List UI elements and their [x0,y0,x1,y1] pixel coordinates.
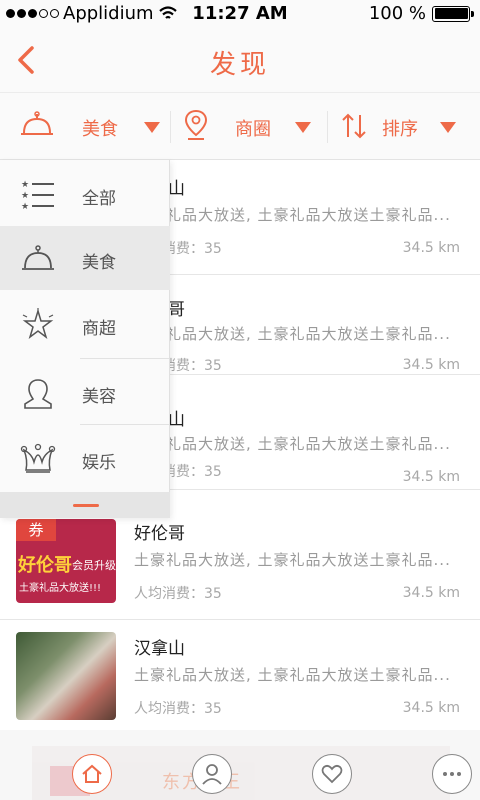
coupon-badge: 券 [16,519,56,541]
item-distance: 34.5 km [402,357,460,373]
tab-profile[interactable] [192,754,232,794]
jester-hat-icon [20,443,56,473]
cloche-icon [21,111,53,135]
dropdown-footer [0,492,170,518]
dropdown-divider [80,358,169,359]
dropdown-item-label: 全部 [82,189,116,209]
promo-title: 好伦哥 [18,555,72,576]
tab-home[interactable] [72,754,112,794]
item-name: 汉拿山 [134,639,185,659]
filter-category-label: 美食 [82,119,118,140]
dropdown-arrow-icon [295,122,311,133]
item-distance: 34.5 km [402,240,460,256]
item-name: 好伦哥 [134,524,185,544]
item-distance: 34.5 km [402,469,460,485]
star-burst-icon [22,308,54,339]
category-dropdown: ★ ★ ★ 全部 美食 商超 美容 娱乐 [0,160,170,518]
page-title: 发现 [209,50,270,80]
dropdown-item-food[interactable]: 美食 [0,226,170,290]
battery-label: 100 % [368,3,426,24]
filter-sort[interactable]: 排序 [328,93,480,159]
nav-bar: 发现 [0,28,480,92]
list-item[interactable]: 券 好伦哥 会员升级 土豪礼品大放送!!! 好伦哥 土豪礼品大放送, 土豪礼品大… [0,505,480,620]
svg-text:★: ★ [21,180,29,190]
dropdown-item-beauty[interactable]: 美容 [0,360,170,424]
filter-area[interactable]: 商圈 [171,93,327,159]
item-description: 土豪礼品大放送, 土豪礼品大放送土豪礼品... [134,666,451,684]
item-description: 土豪礼品大放送, 土豪礼品大放送土豪礼品... [134,551,451,569]
dropdown-item-label: 商超 [82,319,116,339]
svg-text:★: ★ [21,191,29,201]
promo-subtitle: 会员升级 [72,559,116,572]
item-thumbnail [16,632,116,720]
status-bar: Applidium 11:27 AM 100 % [0,0,480,28]
dropdown-arrow-icon [144,122,160,133]
battery-info: 100 % [368,3,474,24]
tab-more[interactable] [432,754,472,794]
dropdown-item-label: 美食 [82,253,116,273]
item-description: 土豪礼品大放送, 土豪礼品大放送土豪礼品... [134,206,451,224]
dropdown-item-label: 美容 [82,387,116,407]
item-description: 土豪礼品大放送, 土豪礼品大放送土豪礼品... [134,325,451,343]
item-thumbnail: 券 好伦哥 会员升级 土豪礼品大放送!!! [16,519,116,603]
filter-category[interactable]: 美食 [0,93,170,159]
tab-favorites[interactable] [312,754,352,794]
dropdown-item-label: 娱乐 [82,453,116,473]
location-pin-icon [184,109,208,140]
battery-icon [432,5,474,22]
heart-icon [321,764,342,783]
person-icon [24,379,52,409]
dropdown-collapse-handle[interactable] [73,504,99,507]
list-icon: ★ ★ ★ [21,180,54,212]
svg-text:★: ★ [21,202,29,212]
filter-sort-label: 排序 [382,119,418,140]
user-icon [201,763,222,785]
item-description: 土豪礼品大放送, 土豪礼品大放送土豪礼品... [134,435,451,453]
filter-bar: 美食 商圈 排序 [0,92,480,160]
dropdown-item-entertainment[interactable]: 娱乐 [0,426,170,490]
dropdown-arrow-icon [440,122,456,133]
promo-line: 土豪礼品大放送!!! [19,583,102,594]
dropdown-divider [80,424,169,425]
item-distance: 34.5 km [402,585,460,601]
sort-icon [342,113,366,139]
item-price: 人均消费：35 [134,701,222,717]
more-icon [442,771,461,776]
item-distance: 34.5 km [402,700,460,716]
cloche-icon [22,245,54,270]
item-price: 人均消费：35 [134,586,222,602]
filter-area-label: 商圈 [235,119,271,140]
list-item[interactable]: 汉拿山 土豪礼品大放送, 土豪礼品大放送土豪礼品... 人均消费：35 34.5… [0,620,480,735]
tab-bar: 东方书王 [0,730,480,800]
home-icon [81,764,102,783]
dropdown-item-all[interactable]: ★ ★ ★ 全部 [0,162,170,226]
dropdown-item-supermarket[interactable]: 商超 [0,292,170,356]
